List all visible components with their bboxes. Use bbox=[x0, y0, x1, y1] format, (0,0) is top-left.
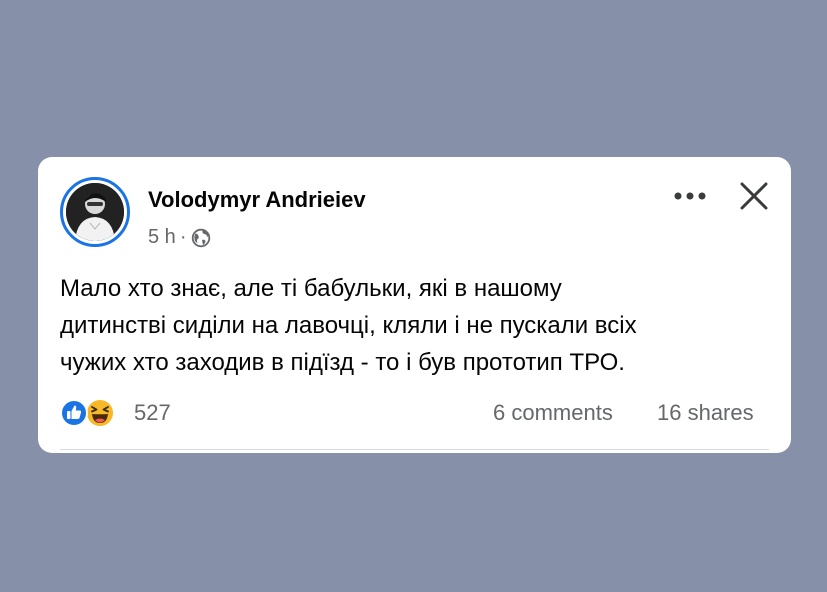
close-icon bbox=[740, 182, 768, 210]
divider bbox=[60, 449, 769, 450]
post-time[interactable]: 5 h bbox=[148, 226, 176, 249]
comments-count-link[interactable]: 6 comments bbox=[493, 400, 613, 426]
shares-count-link[interactable]: 16 shares bbox=[657, 400, 754, 426]
like-icon bbox=[60, 399, 88, 427]
post-meta: 5 h · bbox=[148, 226, 211, 249]
more-options-button[interactable] bbox=[670, 181, 710, 211]
author-name[interactable]: Volodymyr Andrieiev bbox=[148, 187, 366, 213]
avatar-photo bbox=[66, 183, 124, 241]
post-card: Volodymyr Andrieiev 5 h · Мало хто знає,… bbox=[38, 157, 791, 453]
post-body-text: Мало хто знає, але ті бабульки, які в на… bbox=[60, 275, 637, 376]
haha-icon bbox=[85, 398, 115, 428]
author-avatar[interactable] bbox=[60, 177, 130, 247]
avatar-portrait-icon bbox=[66, 183, 124, 241]
reaction-icons bbox=[60, 397, 118, 429]
globe-icon[interactable] bbox=[191, 228, 211, 248]
reaction-count: 527 bbox=[134, 400, 171, 425]
more-icon bbox=[674, 192, 706, 200]
reactions-summary[interactable]: 527 bbox=[60, 397, 171, 429]
close-button[interactable] bbox=[735, 177, 773, 215]
meta-separator: · bbox=[179, 226, 187, 248]
